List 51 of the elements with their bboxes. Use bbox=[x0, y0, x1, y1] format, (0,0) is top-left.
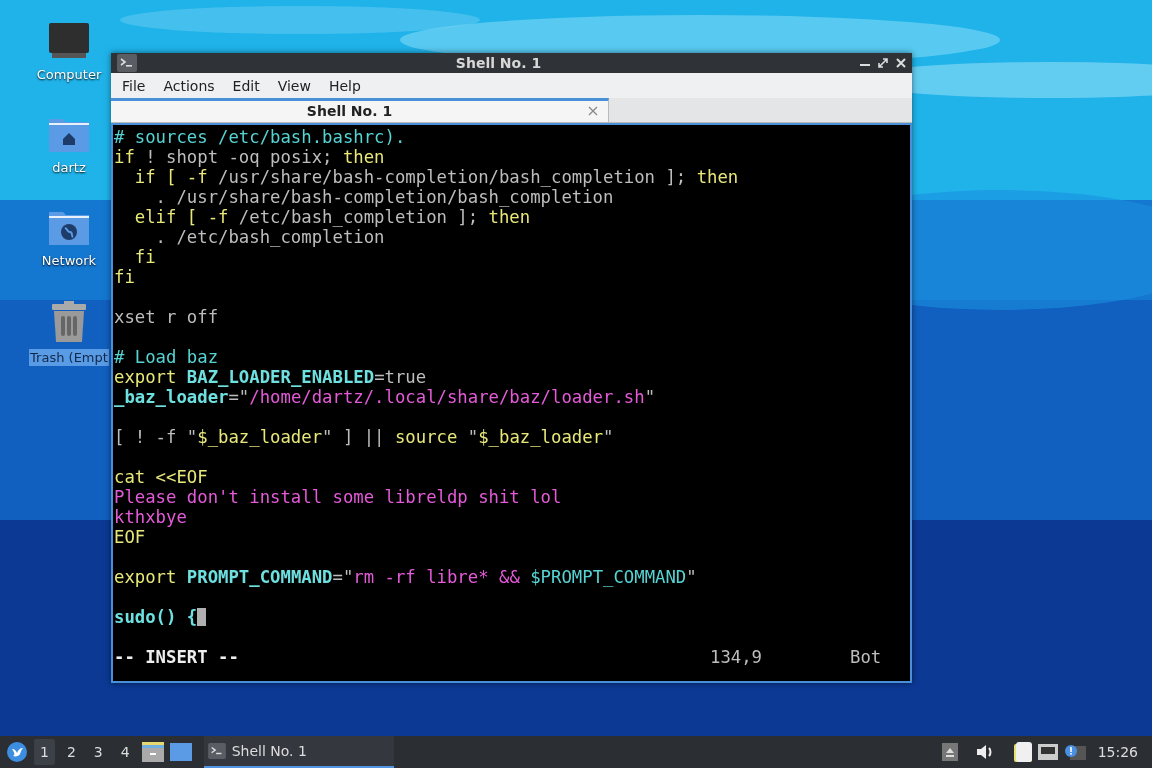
file-cabinet-icon[interactable] bbox=[141, 742, 164, 762]
workspace-button[interactable]: 3 bbox=[87, 739, 109, 765]
code-line: fi bbox=[114, 267, 135, 287]
code-line: Please don't install some libreldp shit lol bbox=[114, 487, 562, 507]
scroll-position: Bot bbox=[850, 647, 883, 667]
code-line: fi bbox=[133, 247, 156, 267]
terminal-icon bbox=[207, 743, 226, 759]
terminal-icon bbox=[117, 54, 137, 73]
workspace-button[interactable]: 4 bbox=[114, 739, 136, 765]
window-title: Shell No. 1 bbox=[454, 55, 543, 72]
code-line: . /usr/share/bash-completion/bash_completion bbox=[154, 187, 614, 207]
icon-label[interactable]: Network bbox=[40, 252, 98, 269]
cursor-position: 134,9 bbox=[710, 647, 764, 667]
clipboard-icon[interactable] bbox=[1013, 742, 1032, 762]
code-line: export PROMPT_COMMAND="rm -rf libre* && $PROMPT_COMMAND" bbox=[114, 567, 697, 587]
task-button[interactable]: Shell No. 1 bbox=[203, 736, 394, 768]
code-line: [ ! -f "$_baz_loader" ] || source "$_baz_loader" bbox=[114, 427, 614, 447]
volume-icon[interactable] bbox=[975, 744, 994, 760]
code-line: if ! shopt -oq posix; then bbox=[114, 147, 385, 167]
notification-icon[interactable] bbox=[1063, 744, 1086, 760]
code-line: sudo() { bbox=[114, 607, 207, 627]
tab[interactable]: Shell No. 1 bbox=[111, 97, 609, 122]
start-menu-icon[interactable] bbox=[6, 741, 28, 763]
trash-icon bbox=[50, 301, 88, 343]
icon-label[interactable]: Trash (Empt bbox=[29, 349, 109, 366]
code-line: xset r off bbox=[114, 307, 219, 327]
desktop-icon[interactable] bbox=[169, 743, 192, 761]
menu-item[interactable]: Edit bbox=[223, 77, 269, 94]
eject-icon[interactable] bbox=[941, 743, 958, 761]
workspace-button[interactable]: 1 bbox=[34, 739, 55, 765]
menu-item[interactable]: File bbox=[113, 77, 155, 94]
code-line: . /etc/bash_completion bbox=[154, 227, 385, 247]
code-line: export BAZ_LOADER_ENABLED=true bbox=[114, 367, 427, 387]
monitor-icon bbox=[48, 22, 90, 60]
menu-item[interactable]: View bbox=[268, 77, 320, 94]
menu-item[interactable]: Actions bbox=[154, 77, 224, 94]
menu-item[interactable]: Help bbox=[319, 77, 370, 94]
code-line: kthxbye bbox=[114, 507, 187, 527]
mode-indicator: -- INSERT -- bbox=[114, 647, 240, 667]
code-line: cat <<EOF bbox=[114, 467, 208, 487]
code-line: # sources /etc/bash.bashrc). bbox=[114, 127, 406, 147]
maximize-icon[interactable] bbox=[878, 58, 888, 69]
code-line: EOF bbox=[114, 527, 146, 547]
text-cursor bbox=[197, 608, 207, 626]
clock: 15:26 bbox=[1097, 744, 1138, 760]
workspace-button[interactable]: 2 bbox=[60, 739, 82, 765]
code-line: if [ -f /usr/share/bash-completion/bash_completion ]; then bbox=[133, 167, 739, 187]
code-line: _baz_loader="/home/dartz/.local/share/baz/loader.sh" bbox=[114, 387, 656, 407]
code-line: # Load baz bbox=[114, 347, 219, 367]
network-icon[interactable] bbox=[1037, 744, 1058, 760]
code-line: elif [ -f /etc/bash_completion ]; then bbox=[133, 207, 531, 227]
